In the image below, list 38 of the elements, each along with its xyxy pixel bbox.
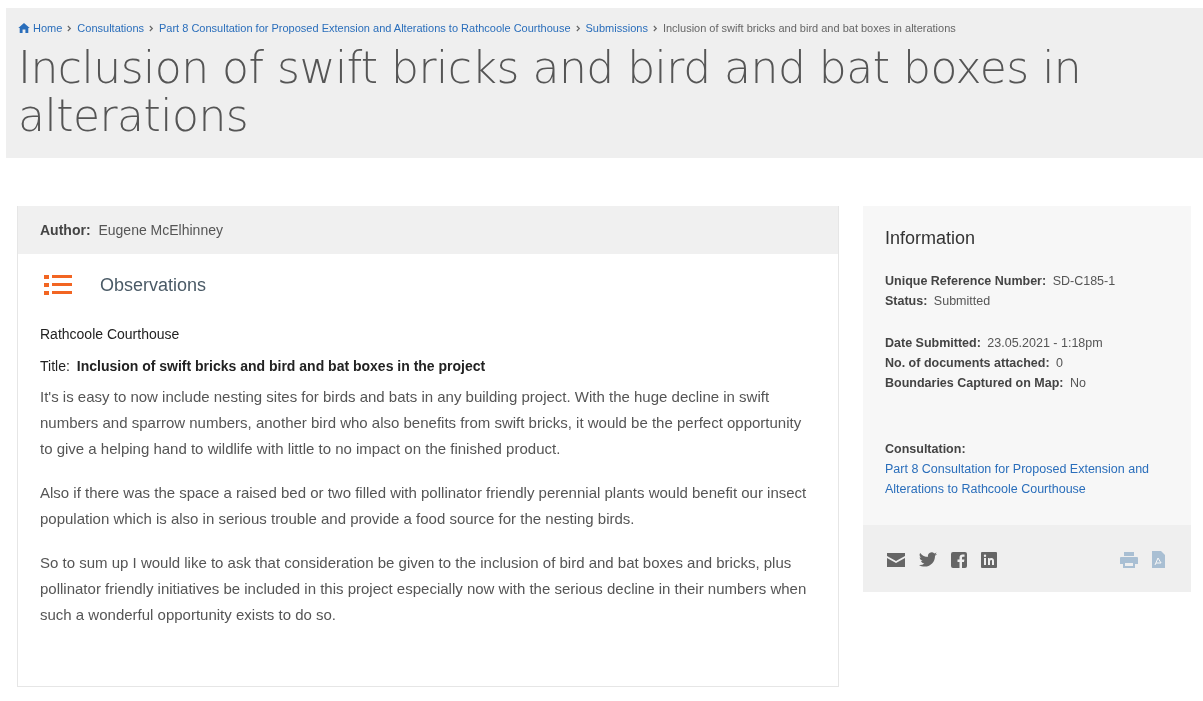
facebook-icon[interactable]: [951, 551, 967, 568]
info-label: Date Submitted:: [885, 336, 981, 350]
bird-icon[interactable]: [919, 552, 937, 567]
home-icon: [18, 23, 30, 33]
info-label: Boundaries Captured on Map:: [885, 376, 1064, 390]
chevron-icon: [652, 24, 658, 32]
list-icon: [44, 274, 72, 296]
author-name: Eugene McElhinney: [98, 222, 223, 238]
breadcrumb-link[interactable]: Home: [33, 22, 63, 34]
body-paragraph: So to sum up I would like to ask that consideration be given to the inclusion of bird and bat boxes and bricks, plus pollinator friendly initiatives be included in this project especially now with the serious decline in their numbers when such a wonderful opportunity exists to do so.: [40, 553, 808, 625]
section-heading: Observations: [100, 274, 207, 296]
chevron-icon: [575, 24, 581, 32]
linkedin-icon[interactable]: [981, 551, 997, 568]
info-label: Unique Reference Number:: [885, 274, 1047, 288]
chevron-icon: [67, 24, 73, 32]
info-label: No. of documents attached:: [885, 356, 1050, 370]
breadcrumb-link[interactable]: Part 8 Consultation for Proposed Extension and Alterations to Rathcoole Courthouse: [159, 22, 571, 34]
info-value: Submitted: [933, 294, 991, 308]
author-label: Author:: [40, 222, 91, 238]
mail-icon[interactable]: [887, 552, 905, 567]
info-label: Status:: [885, 294, 928, 308]
body-paragraph: Also if there was the space a raised bed or two filled with pollinator friendly perennial plants would benefit our insect population which is also in serious trouble and provide a food source for the nesting birds.: [40, 483, 808, 529]
location-text: Rathcoole Courthouse: [40, 326, 181, 342]
breadcrumb-current: Inclusion of swift bricks and bird and bat boxes in alterations: [662, 22, 956, 34]
information-heading: Information: [885, 228, 977, 249]
consultation-link[interactable]: Part 8 Consultation for Proposed Extension and Alterations to Rathcoole Courthouse: [885, 459, 1169, 499]
info-value: 23.05.2021 - 1:18pm: [987, 336, 1103, 350]
body-paragraph: It's is easy to now include nesting sites for birds and bats in any building project. With the huge decline in swift numbers and sparrow numbers, another bird who also benefits from swift bricks, it would be the perfect opportunity to give a helping hand to wildlife with little to no impact on the finished product.: [40, 387, 803, 459]
info-value: No: [1069, 376, 1086, 390]
title-label: Title:: [40, 358, 70, 374]
info-value: SD-C185-1: [1052, 274, 1116, 288]
page-title: Inclusion of swift bricks and bird and bat boxes in alterations: [18, 44, 1083, 140]
breadcrumb-link[interactable]: Submissions: [585, 22, 648, 34]
consultation-label: Consultation:: [885, 441, 967, 458]
submission-title: Inclusion of swift bricks and bird and bat boxes in the project: [76, 358, 486, 374]
breadcrumb-link[interactable]: Consultations: [77, 22, 144, 34]
info-value: 0: [1056, 356, 1064, 370]
chevron-icon: [149, 24, 154, 32]
